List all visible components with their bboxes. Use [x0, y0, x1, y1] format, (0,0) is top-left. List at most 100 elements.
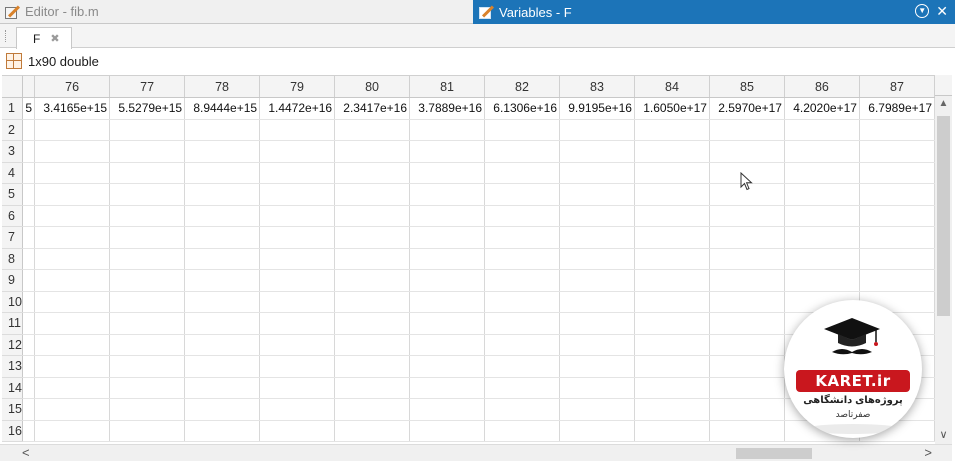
grid-cell[interactable]: [109, 291, 186, 313]
grid-cell[interactable]: [334, 269, 411, 292]
column-header[interactable]: 83: [559, 76, 635, 98]
grid-cell[interactable]: [409, 355, 486, 378]
undock-icon[interactable]: ▼: [915, 4, 930, 18]
grid-cell[interactable]: [184, 248, 261, 270]
tabstrip-grip-icon[interactable]: [5, 30, 7, 42]
grid-cell[interactable]: [634, 398, 710, 421]
row-header[interactable]: 9: [2, 269, 24, 292]
grid-cell[interactable]: [484, 334, 560, 356]
grid-cell[interactable]: [184, 162, 261, 184]
grid-cell[interactable]: [334, 355, 411, 378]
grid-cell[interactable]: [109, 183, 186, 206]
grid-cell[interactable]: [109, 355, 186, 378]
grid-cell[interactable]: [184, 377, 261, 399]
grid-cell-partial[interactable]: [22, 398, 36, 421]
row-header[interactable]: 4: [2, 162, 24, 184]
grid-cell[interactable]: [259, 355, 336, 378]
grid-cell[interactable]: [34, 119, 111, 141]
grid-cell-partial[interactable]: [22, 162, 36, 184]
scroll-right-icon[interactable]: >: [924, 445, 932, 460]
grid-cell[interactable]: [709, 226, 785, 249]
grid-cell[interactable]: [34, 355, 111, 378]
grid-cell[interactable]: [409, 248, 486, 270]
grid-cell[interactable]: [409, 291, 486, 313]
grid-cell[interactable]: [109, 420, 186, 442]
column-header[interactable]: 77: [109, 76, 186, 98]
grid-cell[interactable]: [709, 140, 785, 163]
grid-cell[interactable]: [484, 398, 560, 421]
grid-cell-partial[interactable]: [22, 312, 36, 335]
grid-cell[interactable]: [859, 183, 935, 206]
grid-cell[interactable]: 3.4165e+15: [34, 97, 111, 120]
grid-cell[interactable]: [484, 226, 560, 249]
grid-cell[interactable]: [709, 205, 785, 227]
grid-cell[interactable]: [34, 334, 111, 356]
grid-cell[interactable]: [34, 140, 111, 163]
grid-cell[interactable]: [559, 420, 635, 442]
grid-cell-partial[interactable]: [22, 140, 36, 163]
grid-cell[interactable]: [259, 119, 336, 141]
grid-cell[interactable]: [409, 269, 486, 292]
grid-cell[interactable]: [184, 420, 261, 442]
grid-cell[interactable]: [709, 398, 785, 421]
grid-cell[interactable]: [634, 377, 710, 399]
column-header[interactable]: 87: [859, 76, 935, 98]
grid-cell[interactable]: [259, 377, 336, 399]
row-header[interactable]: 16: [2, 420, 24, 442]
grid-cell[interactable]: 2.5970e+17: [709, 97, 785, 120]
grid-cell[interactable]: [634, 334, 710, 356]
grid-cell[interactable]: [109, 312, 186, 335]
grid-cell[interactable]: [109, 269, 186, 292]
grid-cell[interactable]: [484, 162, 560, 184]
vertical-scroll-thumb[interactable]: [937, 116, 950, 316]
grid-cell[interactable]: [184, 119, 261, 141]
grid-cell[interactable]: [109, 377, 186, 399]
grid-cell[interactable]: [634, 269, 710, 292]
grid-cell[interactable]: 3.7889e+16: [409, 97, 486, 120]
grid-cell[interactable]: [859, 162, 935, 184]
grid-cell[interactable]: [409, 205, 486, 227]
tab-close-icon[interactable]: ✖: [50, 32, 59, 45]
horizontal-scroll-thumb[interactable]: [736, 448, 812, 459]
grid-cell[interactable]: [409, 226, 486, 249]
grid-cell[interactable]: [634, 183, 710, 206]
grid-cell[interactable]: [259, 398, 336, 421]
grid-cell[interactable]: [559, 119, 635, 141]
grid-cell[interactable]: [784, 162, 860, 184]
row-header[interactable]: 5: [2, 183, 24, 206]
grid-cell-partial[interactable]: 5: [22, 97, 36, 120]
row-header[interactable]: 3: [2, 140, 24, 163]
grid-cell[interactable]: [559, 398, 635, 421]
grid-cell[interactable]: [559, 248, 635, 270]
grid-cell-partial[interactable]: [22, 334, 36, 356]
grid-cell[interactable]: [109, 398, 186, 421]
grid-cell[interactable]: [109, 140, 186, 163]
grid-cell[interactable]: [559, 291, 635, 313]
grid-cell[interactable]: [334, 377, 411, 399]
column-header[interactable]: 76: [34, 76, 111, 98]
grid-cell[interactable]: [109, 334, 186, 356]
grid-cell[interactable]: [259, 269, 336, 292]
column-header[interactable]: 79: [259, 76, 336, 98]
scroll-left-icon[interactable]: <: [22, 445, 30, 460]
column-header[interactable]: 84: [634, 76, 710, 98]
grid-cell[interactable]: 8.9444e+15: [184, 97, 261, 120]
grid-cell[interactable]: [34, 312, 111, 335]
grid-cell[interactable]: [484, 140, 560, 163]
grid-cell[interactable]: [634, 291, 710, 313]
grid-cell[interactable]: [784, 205, 860, 227]
row-header[interactable]: 12: [2, 334, 24, 356]
row-header[interactable]: 7: [2, 226, 24, 249]
grid-cell[interactable]: [484, 312, 560, 335]
grid-cell[interactable]: [109, 119, 186, 141]
grid-cell[interactable]: [109, 248, 186, 270]
grid-cell-partial[interactable]: [22, 355, 36, 378]
grid-cell[interactable]: [634, 205, 710, 227]
grid-cell[interactable]: [259, 291, 336, 313]
grid-cell[interactable]: [34, 226, 111, 249]
grid-cell[interactable]: [334, 420, 411, 442]
grid-cell[interactable]: [784, 140, 860, 163]
grid-cell[interactable]: [34, 377, 111, 399]
column-header-partial[interactable]: [22, 76, 36, 98]
grid-corner[interactable]: [2, 76, 24, 98]
